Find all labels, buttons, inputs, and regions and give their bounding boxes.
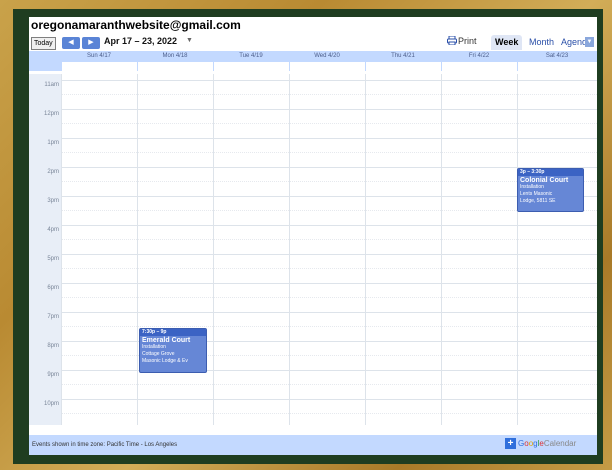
day-header-mon[interactable]: Mon 4/18 <box>137 51 213 62</box>
event-time: 3p – 3:30p <box>518 169 583 176</box>
day-header-fri[interactable]: Fri 4/22 <box>441 51 517 62</box>
time-grid[interactable]: 11am 12pm 1pm 2pm 3pm 4pm 5pm 6pm 7pm 8p… <box>29 74 597 425</box>
printer-icon <box>447 36 457 45</box>
hour-label: 12pm <box>43 111 59 117</box>
hour-label: 2pm <box>47 169 59 175</box>
event-colonial-court[interactable]: 3p – 3:30p Colonial Court Installation L… <box>517 168 584 212</box>
google-calendar-logo[interactable]: GoogleCalendar <box>518 439 576 448</box>
event-description-line: Lodge, 5811 SE <box>520 198 556 204</box>
hour-label: 11am <box>44 82 59 88</box>
hour-label: 5pm <box>47 256 59 262</box>
print-label: Print <box>458 36 477 46</box>
all-day-cell[interactable] <box>137 62 213 71</box>
hour-label: 8pm <box>47 343 59 349</box>
event-time: 7:30p – 9p <box>140 329 206 336</box>
hour-label: 7pm <box>47 314 59 320</box>
next-week-button[interactable]: ▶ <box>82 37 100 49</box>
day-column-divider <box>517 74 518 425</box>
account-title: oregonamaranthwebsite@gmail.com <box>31 18 241 32</box>
hour-label: 9pm <box>47 372 59 378</box>
all-day-cell[interactable] <box>441 62 517 71</box>
day-header-wed[interactable]: Wed 4/20 <box>289 51 365 62</box>
event-description-line: Cottage Grove <box>142 351 175 357</box>
date-range-label: Apr 17 – 23, 2022 <box>104 36 178 46</box>
tab-month[interactable]: Month <box>525 35 558 50</box>
day-column-divider <box>61 74 62 425</box>
all-day-cell[interactable] <box>61 62 137 71</box>
all-day-cell[interactable] <box>213 62 289 71</box>
event-emerald-court[interactable]: 7:30p – 9p Emerald Court Installation Co… <box>139 328 207 373</box>
day-column-divider <box>289 74 290 425</box>
day-column-divider <box>213 74 214 425</box>
event-description-line: Masonic Lodge & Ev <box>142 358 188 364</box>
all-day-cell[interactable] <box>517 62 597 71</box>
all-day-cell[interactable] <box>365 62 441 71</box>
print-button[interactable]: Print <box>447 36 477 46</box>
day-column-divider <box>365 74 366 425</box>
event-description-line: Lents Masonic <box>520 191 553 197</box>
all-day-cell[interactable] <box>289 62 365 71</box>
calendar-footer: Events shown in time zone: Pacific Time … <box>29 435 597 455</box>
logo-calendar-word: Calendar <box>543 439 577 448</box>
event-title: Emerald Court <box>142 337 191 344</box>
event-description-line: Installation <box>520 184 544 190</box>
hour-label: 4pm <box>47 227 59 233</box>
hour-label: 1pm <box>47 140 59 146</box>
hour-label: 6pm <box>47 285 59 291</box>
time-column: 11am 12pm 1pm 2pm 3pm 4pm 5pm 6pm 7pm 8p… <box>29 74 61 425</box>
timezone-note: Events shown in time zone: Pacific Time … <box>32 442 178 448</box>
day-header-sat[interactable]: Sat 4/23 <box>517 51 597 62</box>
calendar-widget: oregonamaranthwebsite@gmail.com Today ◀ … <box>29 17 597 455</box>
hour-label: 10pm <box>43 401 59 407</box>
day-header-tue[interactable]: Tue 4/19 <box>213 51 289 62</box>
all-day-row <box>29 62 597 71</box>
today-button[interactable]: Today <box>31 37 56 50</box>
tab-week[interactable]: Week <box>491 35 523 50</box>
date-range-dropdown-icon[interactable]: ▼ <box>186 37 193 44</box>
event-title: Colonial Court <box>520 177 569 184</box>
day-column-divider <box>137 74 138 425</box>
event-description-line: Installation <box>142 344 166 350</box>
day-column-divider <box>441 74 442 425</box>
add-to-google-calendar-icon[interactable]: + <box>505 438 516 449</box>
hour-label: 3pm <box>47 198 59 204</box>
day-header-row: Sun 4/17 Mon 4/18 Tue 4/19 Wed 4/20 Thu … <box>29 51 597 62</box>
day-header-sun[interactable]: Sun 4/17 <box>61 51 137 62</box>
prev-week-button[interactable]: ◀ <box>62 37 80 49</box>
view-dropdown-icon[interactable]: ▼ <box>585 37 594 47</box>
day-header-thu[interactable]: Thu 4/21 <box>365 51 441 62</box>
